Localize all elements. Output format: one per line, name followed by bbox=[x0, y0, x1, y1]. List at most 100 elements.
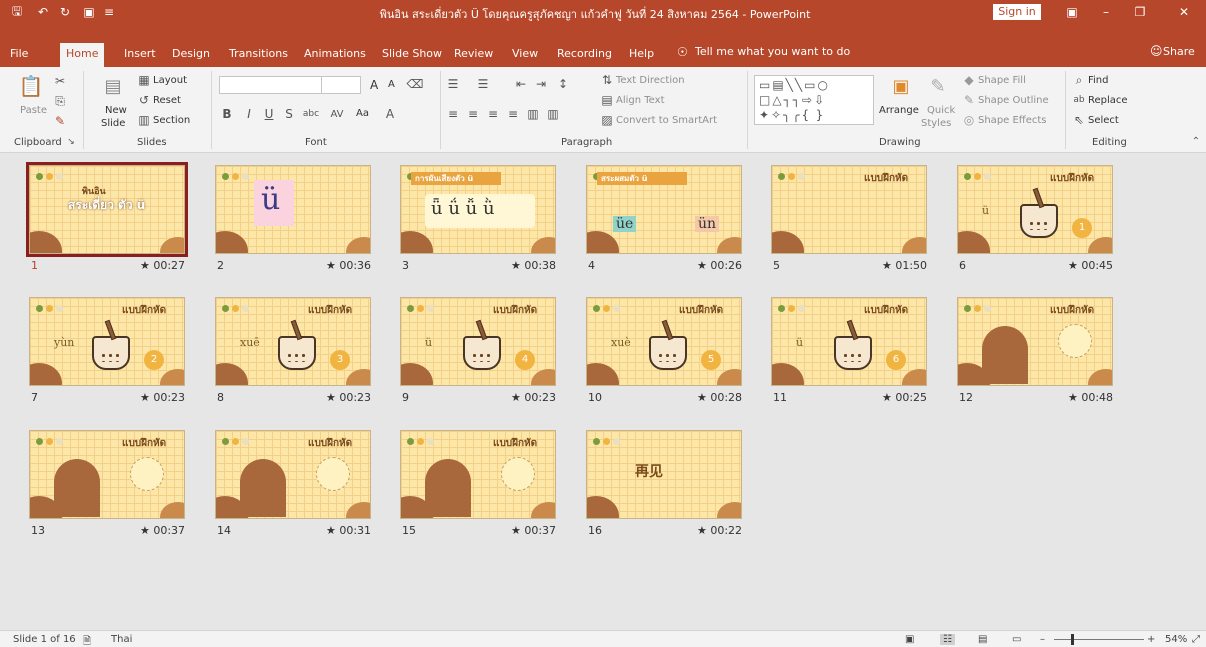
arrange-icon[interactable]: ▣ bbox=[888, 73, 914, 99]
bold-icon[interactable]: B bbox=[220, 107, 234, 121]
paste-icon[interactable]: 📋 bbox=[19, 73, 44, 99]
tell-me-search[interactable]: Tell me what you want to do bbox=[695, 45, 850, 58]
align-text-icon[interactable]: ▤ bbox=[600, 93, 614, 107]
new-slide-label[interactable]: New bbox=[105, 105, 127, 116]
shrink-font-button[interactable]: A bbox=[388, 79, 395, 90]
font-color-icon[interactable]: A bbox=[383, 107, 397, 121]
slide-thumbnail[interactable]: พินอิน สระเดี่ยว ตัว ü bbox=[26, 162, 188, 257]
zoom-slider[interactable] bbox=[1054, 639, 1144, 640]
fit-slide-icon[interactable]: ⤢ bbox=[1192, 634, 1200, 645]
italic-icon[interactable]: I bbox=[242, 107, 256, 121]
slide-thumbnail[interactable]: แบบฝึกหัด bbox=[29, 430, 185, 519]
bullets-icon[interactable]: ☰ bbox=[446, 77, 460, 91]
shape-outline-icon[interactable]: ✎ bbox=[962, 93, 976, 107]
tab-slide-show[interactable]: Slide Show bbox=[382, 44, 442, 64]
zoom-out-icon[interactable]: – bbox=[1040, 634, 1045, 645]
tab-file[interactable]: File bbox=[10, 44, 28, 64]
tab-design[interactable]: Design bbox=[172, 44, 210, 64]
underline-icon[interactable]: U bbox=[262, 107, 276, 121]
close-icon[interactable]: ✕ bbox=[1168, 0, 1200, 24]
increase-indent-icon[interactable]: ⇥ bbox=[534, 77, 548, 91]
undo-icon[interactable]: ↶ bbox=[34, 3, 52, 21]
shapes-gallery[interactable]: ▭▤╲╲▭○ □△┐┐⇨⇩ ✦✧╮╭{ } bbox=[754, 75, 874, 125]
ribbon-display-icon[interactable]: ▣ bbox=[1056, 0, 1088, 24]
save-icon[interactable]: 🖫 bbox=[8, 3, 26, 21]
replace-icon[interactable]: ab bbox=[1072, 93, 1086, 107]
layout-icon[interactable]: ▦ bbox=[137, 73, 151, 87]
slide-thumbnail[interactable]: แบบฝึกหัด ü 6 bbox=[771, 297, 927, 386]
new-slide-icon[interactable]: ▤ bbox=[102, 73, 124, 99]
smartart-icon[interactable]: ▨ bbox=[600, 113, 614, 127]
select-icon[interactable]: ⇖ bbox=[1072, 113, 1086, 127]
slide-thumbnail[interactable]: แบบฝึกหัด ü 4 bbox=[400, 297, 556, 386]
strikethrough-icon[interactable]: abc bbox=[300, 107, 322, 121]
font-size-input[interactable] bbox=[321, 76, 361, 94]
format-painter-icon[interactable]: ✎ bbox=[52, 113, 68, 129]
slide-thumbnail[interactable]: 再见 bbox=[586, 430, 742, 519]
section-icon[interactable]: ▥ bbox=[137, 113, 151, 127]
slide-thumbnail[interactable]: แบบฝึกหัด bbox=[771, 165, 927, 254]
slideshow-icon[interactable]: ▣ bbox=[80, 3, 98, 21]
tab-view[interactable]: View bbox=[512, 44, 538, 64]
quick-styles-icon[interactable]: ✎ bbox=[925, 73, 951, 99]
align-left-icon[interactable]: ≡ bbox=[446, 107, 460, 121]
convert-smartart-button[interactable]: Convert to SmartArt bbox=[616, 115, 717, 126]
tab-insert[interactable]: Insert bbox=[124, 44, 156, 64]
slide-thumbnail[interactable]: แบบฝึกหัด bbox=[957, 297, 1113, 386]
replace-button[interactable]: Replace bbox=[1088, 95, 1128, 106]
shape-outline-button[interactable]: Shape Outline bbox=[978, 95, 1049, 106]
dialog-launcher-icon[interactable]: ↘ bbox=[66, 137, 76, 147]
redo-icon[interactable]: ↻ bbox=[56, 3, 74, 21]
change-case-button[interactable]: Aa bbox=[356, 108, 369, 119]
slide-thumbnail[interactable]: การผันเสียงตัว ü ǖ ǘ ǚ ǜ bbox=[400, 165, 556, 254]
align-text-button[interactable]: Align Text bbox=[616, 95, 665, 106]
tab-animations[interactable]: Animations bbox=[304, 44, 366, 64]
slide-thumbnail[interactable]: ü bbox=[215, 165, 371, 254]
select-button[interactable]: Select bbox=[1088, 115, 1119, 126]
slide-thumbnail[interactable]: แบบฝึกหัด xuè 5 bbox=[586, 297, 742, 386]
font-name-input[interactable] bbox=[219, 76, 329, 94]
shape-effects-icon[interactable]: ◎ bbox=[962, 113, 976, 127]
spelling-icon[interactable]: 🗎 bbox=[83, 634, 91, 647]
zoom-level[interactable]: 54% bbox=[1165, 634, 1187, 645]
shape-effects-button[interactable]: Shape Effects bbox=[978, 115, 1046, 126]
slide-sorter-view-icon[interactable]: ☷ bbox=[940, 634, 955, 645]
shape-fill-icon[interactable]: ◆ bbox=[962, 73, 976, 87]
tab-recording[interactable]: Recording bbox=[557, 44, 612, 64]
arrange-button[interactable]: Arrange bbox=[879, 105, 919, 116]
columns-icon[interactable]: ▥ bbox=[546, 107, 560, 121]
reading-view-icon[interactable]: ▤ bbox=[978, 634, 987, 645]
tab-home[interactable]: Home bbox=[60, 43, 105, 67]
text-direction-button[interactable]: Text Direction bbox=[616, 75, 685, 86]
slideshow-view-icon[interactable]: ▭ bbox=[1012, 634, 1021, 645]
zoom-in-icon[interactable]: + bbox=[1147, 634, 1155, 645]
shadow-icon[interactable]: S bbox=[282, 107, 296, 121]
zoom-slider-thumb[interactable] bbox=[1071, 634, 1074, 645]
layout-button[interactable]: Layout bbox=[153, 75, 187, 86]
clear-format-icon[interactable]: ⌫ bbox=[407, 77, 424, 91]
customize-icon[interactable]: ≡ bbox=[100, 3, 118, 21]
distributed-icon[interactable]: ▥ bbox=[526, 107, 540, 121]
slide-thumbnail[interactable]: แบบฝึกหัด xuē 3 bbox=[215, 297, 371, 386]
slide-thumbnail[interactable]: แบบฝึกหัด bbox=[400, 430, 556, 519]
reset-icon[interactable]: ↺ bbox=[137, 93, 151, 107]
language-indicator[interactable]: Thai bbox=[111, 634, 132, 645]
align-center-icon[interactable]: ≡ bbox=[466, 107, 480, 121]
reset-button[interactable]: Reset bbox=[153, 95, 181, 106]
tab-transitions[interactable]: Transitions bbox=[229, 44, 288, 64]
decrease-indent-icon[interactable]: ⇤ bbox=[514, 77, 528, 91]
numbering-icon[interactable]: ☰ bbox=[476, 77, 490, 91]
shapes-row-icon[interactable]: □△┐┐⇨⇩ bbox=[759, 93, 826, 107]
new-slide-label2[interactable]: Slide bbox=[101, 118, 125, 129]
maximize-icon[interactable]: ❐ bbox=[1124, 0, 1156, 24]
grow-font-button[interactable]: A bbox=[370, 78, 378, 92]
justify-icon[interactable]: ≡ bbox=[506, 107, 520, 121]
slide-thumbnail[interactable]: แบบฝึกหัด bbox=[215, 430, 371, 519]
tab-help[interactable]: Help bbox=[629, 44, 654, 64]
text-direction-icon[interactable]: ⇅ bbox=[600, 73, 614, 87]
minimize-icon[interactable]: – bbox=[1090, 0, 1122, 24]
normal-view-icon[interactable]: ▣ bbox=[905, 634, 914, 645]
sign-in-button[interactable]: Sign in bbox=[993, 4, 1041, 20]
collapse-ribbon-icon[interactable]: ⌃ bbox=[1190, 135, 1202, 147]
char-spacing-icon[interactable]: AV bbox=[328, 107, 346, 121]
